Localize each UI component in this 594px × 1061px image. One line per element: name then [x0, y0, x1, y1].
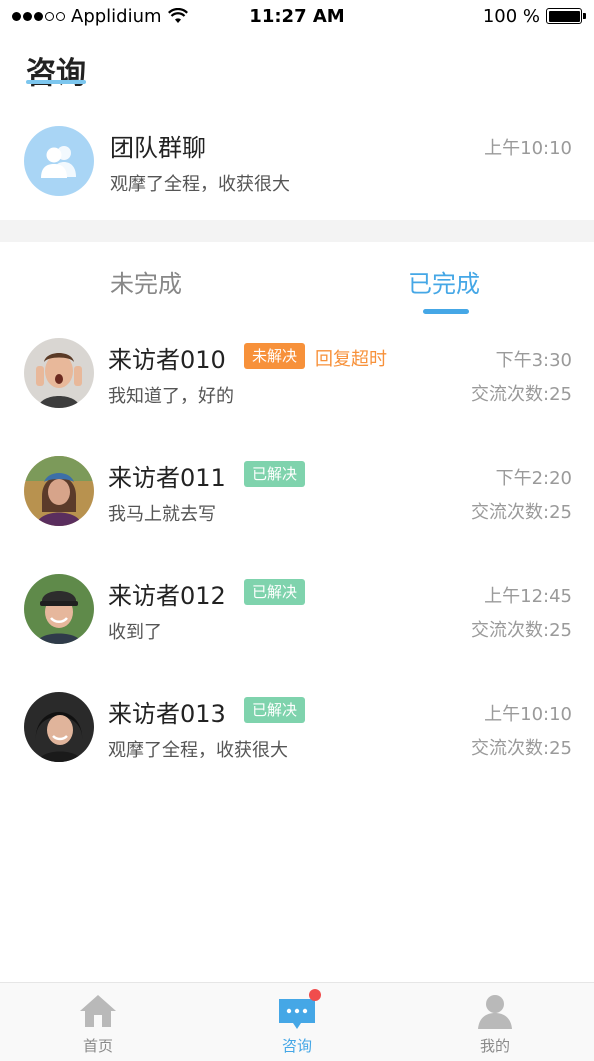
- avatar: [24, 338, 94, 408]
- visitor-message: 收到了: [108, 622, 162, 643]
- group-chat-time: 上午10:10: [484, 138, 572, 159]
- visitor-message: 我知道了，好的: [108, 386, 234, 407]
- tab-active-indicator: [423, 309, 469, 314]
- group-chat-message: 观摩了全程，收获很大: [110, 174, 290, 195]
- visitor-name: 来访者011: [108, 464, 226, 492]
- section-divider: [0, 220, 594, 242]
- exchange-count: 交流次数:25: [471, 384, 572, 405]
- visitor-item[interactable]: 来访者012 已解决 上午12:45 收到了 交流次数:25: [0, 558, 594, 676]
- visitor-list: 来访者010 未解决 回复超时 下午3:30 我知道了，好的 交流次数:25 来…: [0, 322, 594, 794]
- visitor-item[interactable]: 来访者013 已解决 上午10:10 观摩了全程，收获很大 交流次数:25: [0, 676, 594, 794]
- status-bar: Applidium 11:27 AM 100 %: [0, 0, 594, 32]
- visitor-item[interactable]: 来访者011 已解决 下午2:20 我马上就去写 交流次数:25: [0, 440, 594, 558]
- status-badge: 未解决: [244, 343, 306, 369]
- exchange-count: 交流次数:25: [471, 620, 572, 641]
- visitor-time: 下午3:30: [495, 350, 572, 371]
- nav-consult-label: 咨询: [281, 1037, 312, 1055]
- group-chat-name: 团队群聊: [110, 134, 206, 162]
- status-badge: 已解决: [244, 579, 306, 605]
- group-people-icon: [24, 126, 94, 196]
- page-title: 咨询: [26, 56, 86, 91]
- wifi-icon: [167, 8, 188, 23]
- nav-home-label: 首页: [82, 1037, 113, 1055]
- nav-home[interactable]: 首页: [38, 991, 158, 1056]
- nav-mine[interactable]: 我的: [435, 991, 555, 1056]
- exchange-count: 交流次数:25: [471, 738, 572, 759]
- title-underline: [26, 80, 86, 84]
- status-badge: 已解决: [244, 697, 306, 723]
- battery-percent: 100 %: [482, 5, 540, 27]
- nav-mine-label: 我的: [479, 1037, 510, 1055]
- visitor-name: 来访者013: [108, 700, 226, 728]
- carrier-label: Applidium: [71, 5, 162, 27]
- notification-dot: [309, 989, 321, 1001]
- signal-strength-icon: [12, 11, 65, 21]
- tab-done[interactable]: 已完成: [408, 264, 480, 299]
- person-icon: [475, 991, 515, 1031]
- bottom-tab-bar: 首页 咨询 我的: [0, 982, 594, 1061]
- visitor-time: 上午12:45: [484, 586, 572, 607]
- avatar: [24, 574, 94, 644]
- status-right: 100 %: [482, 5, 586, 27]
- avatar: [24, 692, 94, 762]
- home-icon: [78, 991, 118, 1031]
- tab-undone[interactable]: 未完成: [110, 264, 182, 299]
- visitor-time: 上午10:10: [484, 704, 572, 725]
- chat-bubble-icon: [277, 989, 321, 1031]
- visitor-name: 来访者010: [108, 346, 226, 374]
- status-tabs: 未完成 已完成: [0, 242, 594, 322]
- visitor-name: 来访者012: [108, 582, 226, 610]
- status-badge: 已解决: [244, 461, 306, 487]
- visitor-item[interactable]: 来访者010 未解决 回复超时 下午3:30 我知道了，好的 交流次数:25: [0, 322, 594, 440]
- battery-icon: [546, 8, 586, 24]
- status-left: Applidium: [12, 6, 188, 27]
- avatar: [24, 456, 94, 526]
- visitor-message: 观摩了全程，收获很大: [108, 740, 288, 761]
- exchange-count: 交流次数:25: [471, 502, 572, 523]
- group-chat-item[interactable]: 团队群聊 观摩了全程，收获很大 上午10:10: [0, 110, 594, 220]
- overtime-label: 回复超时: [315, 349, 387, 370]
- visitor-time: 下午2:20: [495, 468, 572, 489]
- nav-consult[interactable]: 咨询: [237, 989, 357, 1056]
- visitor-message: 我马上就去写: [108, 504, 216, 525]
